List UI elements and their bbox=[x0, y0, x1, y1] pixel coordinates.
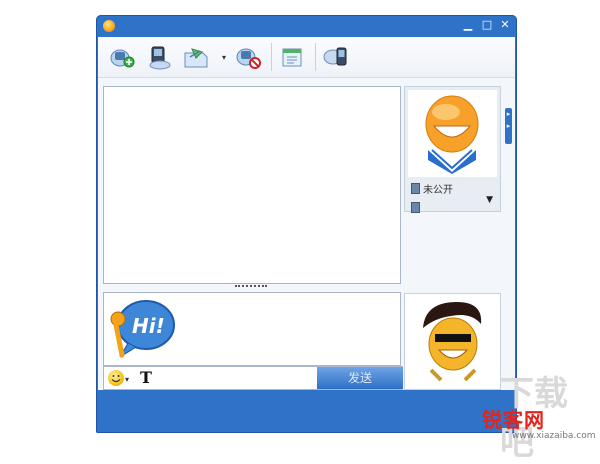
font-settings-button[interactable]: T bbox=[140, 367, 152, 389]
my-avatar[interactable] bbox=[404, 293, 501, 390]
profile-card-icon bbox=[411, 183, 420, 194]
toolbar-separator bbox=[271, 43, 272, 71]
contact-phone-row[interactable]: ▼ bbox=[411, 195, 495, 213]
show-avatar-icon bbox=[423, 302, 482, 382]
block-contact-icon bbox=[236, 48, 261, 69]
send-file-dropdown-icon[interactable]: ▾ bbox=[222, 53, 226, 62]
title-bar[interactable]: ▁ □ ✕ bbox=[96, 15, 517, 37]
toolbar-separator bbox=[315, 43, 316, 71]
send-sms-button[interactable] bbox=[322, 43, 352, 71]
chat-window: ▁ □ ✕ ▾ Hi! ▾ T 发送 未公开 ▼ ▸ ▸ bbox=[96, 15, 517, 433]
contact-info-panel: 未公开 ▼ bbox=[404, 86, 501, 213]
block-contact-button[interactable] bbox=[234, 43, 264, 71]
hi-sticker-icon: Hi! bbox=[110, 300, 175, 358]
close-button[interactable]: ✕ bbox=[497, 18, 513, 32]
input-toolbar: ▾ T 发送 bbox=[103, 366, 403, 390]
minimize-button[interactable]: ▁ bbox=[460, 18, 476, 32]
voice-call-icon bbox=[149, 46, 171, 70]
voice-call-button[interactable] bbox=[145, 43, 175, 71]
contact-avatar[interactable] bbox=[408, 90, 497, 177]
send-button[interactable]: 发送 bbox=[317, 367, 403, 389]
privacy-status: 未公开 bbox=[411, 181, 453, 196]
message-history-pane[interactable] bbox=[103, 86, 401, 284]
send-sms-icon bbox=[323, 47, 347, 66]
watermark-brand: 锐客网 bbox=[482, 408, 545, 432]
message-history-button[interactable] bbox=[278, 43, 308, 71]
pane-splitter[interactable] bbox=[235, 285, 267, 290]
emoji-button[interactable] bbox=[108, 370, 124, 386]
default-avatar-icon bbox=[425, 95, 479, 174]
maximize-button[interactable]: □ bbox=[479, 18, 495, 32]
send-file-icon bbox=[184, 48, 208, 68]
video-call-button[interactable] bbox=[108, 43, 138, 71]
app-logo-icon bbox=[103, 20, 115, 32]
collapse-side-panel-tab[interactable]: ▸ ▸ bbox=[505, 108, 512, 144]
phone-dropdown-icon[interactable]: ▼ bbox=[486, 195, 493, 205]
hi-sticker-text: Hi! bbox=[132, 314, 165, 338]
chat-body: ▾ Hi! ▾ T 发送 未公开 ▼ ▸ ▸ bbox=[98, 37, 515, 390]
message-input[interactable]: Hi! bbox=[103, 292, 401, 366]
message-history-icon bbox=[282, 48, 302, 67]
video-call-icon bbox=[110, 49, 135, 68]
watermark: 下载吧 锐客网 www.xiazaiba.com bbox=[482, 374, 600, 463]
emoji-dropdown-icon[interactable]: ▾ bbox=[125, 375, 129, 384]
privacy-label: 未公开 bbox=[423, 185, 453, 196]
smiley-icon bbox=[111, 375, 121, 383]
toolbar: ▾ bbox=[98, 37, 515, 78]
watermark-url: www.xiazaiba.com bbox=[512, 431, 596, 441]
phone-icon bbox=[411, 202, 420, 213]
send-file-button[interactable] bbox=[182, 43, 212, 71]
